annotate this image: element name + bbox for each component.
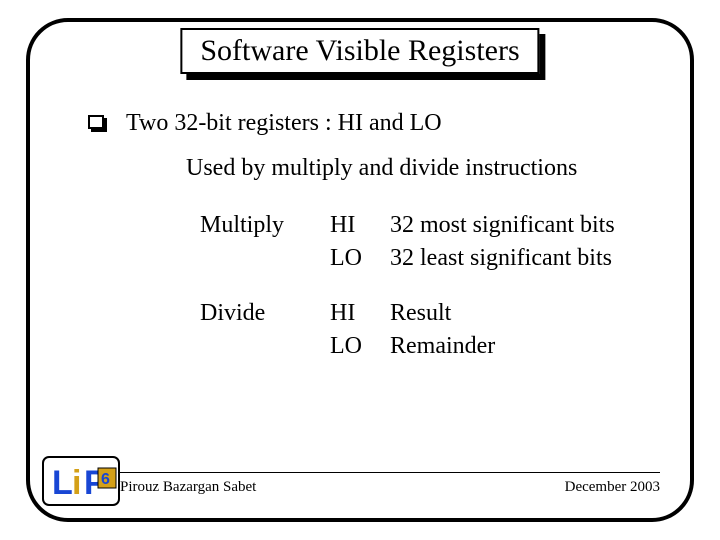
footer: Pirouz Bazargan Sabet December 2003 bbox=[120, 472, 660, 496]
bullet-text: Two 32-bit registers : HI and LO bbox=[126, 110, 442, 137]
footer-date: December 2003 bbox=[565, 479, 660, 496]
logo-i: i bbox=[72, 464, 81, 502]
multiply-lo-desc: 32 least significant bits bbox=[390, 245, 660, 272]
register-table: Multiply HI 32 most significant bits LO … bbox=[200, 212, 660, 360]
multiply-label: Multiply bbox=[200, 212, 330, 239]
multiply-hi-reg: HI bbox=[330, 212, 390, 239]
divide-lo-reg: LO bbox=[330, 333, 390, 360]
divide-hi-reg: HI bbox=[330, 300, 390, 327]
lip6-logo: L i P 6 bbox=[42, 456, 120, 506]
sub-line: Used by multiply and divide instructions bbox=[186, 155, 660, 182]
slide-title-box: Software Visible Registers bbox=[180, 28, 539, 74]
bullet-icon bbox=[88, 115, 108, 133]
multiply-lo-reg: LO bbox=[330, 245, 390, 272]
footer-divider bbox=[120, 472, 660, 473]
divide-label: Divide bbox=[200, 300, 330, 327]
divide-hi-row: Divide HI Result bbox=[200, 300, 660, 327]
logo-l: L bbox=[52, 464, 73, 502]
footer-author: Pirouz Bazargan Sabet bbox=[120, 479, 256, 496]
multiply-hi-desc: 32 most significant bits bbox=[390, 212, 660, 239]
bullet-line: Two 32-bit registers : HI and LO bbox=[130, 110, 660, 137]
content-area: Two 32-bit registers : HI and LO Used by… bbox=[130, 110, 660, 366]
divide-lo-desc: Remainder bbox=[390, 333, 660, 360]
multiply-lo-row: LO 32 least significant bits bbox=[200, 245, 660, 272]
divide-lo-row: LO Remainder bbox=[200, 333, 660, 360]
logo-6: 6 bbox=[101, 471, 110, 488]
multiply-hi-row: Multiply HI 32 most significant bits bbox=[200, 212, 660, 239]
divide-hi-desc: Result bbox=[390, 300, 660, 327]
slide-title: Software Visible Registers bbox=[180, 28, 539, 74]
slide: Software Visible Registers Two 32-bit re… bbox=[0, 0, 720, 540]
